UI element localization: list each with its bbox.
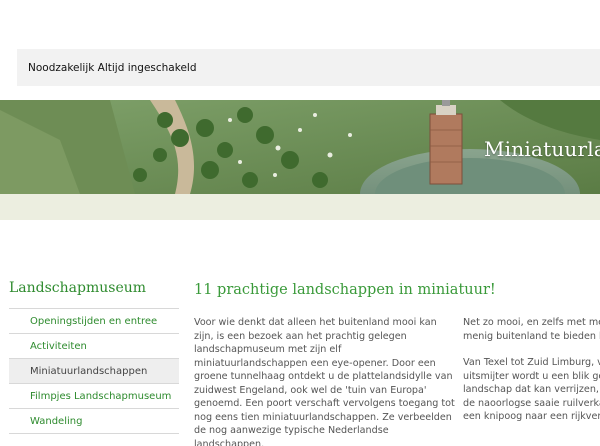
sidebar-item-label: Openingstijden en entree — [30, 315, 158, 327]
text-line: Net zo mooi, en zelfs met meer — [463, 317, 600, 328]
sidebar-item-label: Wandeling — [30, 415, 83, 427]
text-line: de naoorlogse saaie ruilverkavel — [463, 397, 600, 409]
text-line: Van Texel tot Zuid Limburg, van — [463, 357, 600, 368]
cookie-bar: Noodzakelijk Altijd ingeschakeld — [17, 49, 600, 86]
sidebar-item-openingstijden[interactable]: Openingstijden en entree — [9, 309, 179, 334]
text-line: een knipoog naar een rijkverle — [463, 411, 600, 422]
paragraph: Van Texel tot Zuid Limburg, van uitsmijt… — [463, 356, 600, 424]
sidebar-item-wandeling[interactable]: Wandeling — [9, 409, 179, 434]
cookie-bar-text: Noodzakelijk Altijd ingeschakeld — [28, 61, 197, 74]
sidebar-title: Landschapmuseum — [9, 280, 147, 296]
sidebar: Landschapmuseum Openingstijden en entree… — [9, 280, 179, 434]
page-heading: 11 prachtige landschappen in miniatuur! — [194, 282, 496, 298]
content-column-2: Net zo mooi, en zelfs met meer menig bui… — [463, 316, 600, 424]
sidebar-item-miniatuurlandschappen[interactable]: Miniatuurlandschappen — [9, 359, 179, 384]
sidebar-item-label: Miniatuurlandschappen — [30, 365, 148, 377]
sidebar-item-label: Activiteiten — [30, 340, 87, 352]
sidebar-menu: Openingstijden en entree Activiteiten Mi… — [9, 308, 179, 434]
text-line: menig buitenland te bieden he — [463, 330, 600, 342]
text-line: uitsmijter wordt u een blik gegu — [463, 370, 600, 382]
paragraph: Net zo mooi, en zelfs met meer menig bui… — [463, 316, 600, 343]
main-content: 11 prachtige landschappen in miniatuur! … — [194, 282, 600, 446]
sidebar-item-filmpjes[interactable]: Filmpjes Landschapmuseum — [9, 384, 179, 409]
paragraph: Voor wie denkt dat alleen het buitenland… — [194, 317, 455, 446]
sidebar-item-label: Filmpjes Landschapmuseum — [30, 390, 172, 402]
sidebar-item-activiteiten[interactable]: Activiteiten — [9, 334, 179, 359]
text-line: landschap dat kan verrijzen, hoe — [463, 384, 600, 395]
content-column-1: Voor wie denkt dat alleen het buitenland… — [194, 316, 456, 446]
banner-title: Miniatuurland — [484, 137, 600, 161]
banner-subbar — [0, 194, 600, 220]
hero-banner: Miniatuurland — [0, 100, 600, 194]
